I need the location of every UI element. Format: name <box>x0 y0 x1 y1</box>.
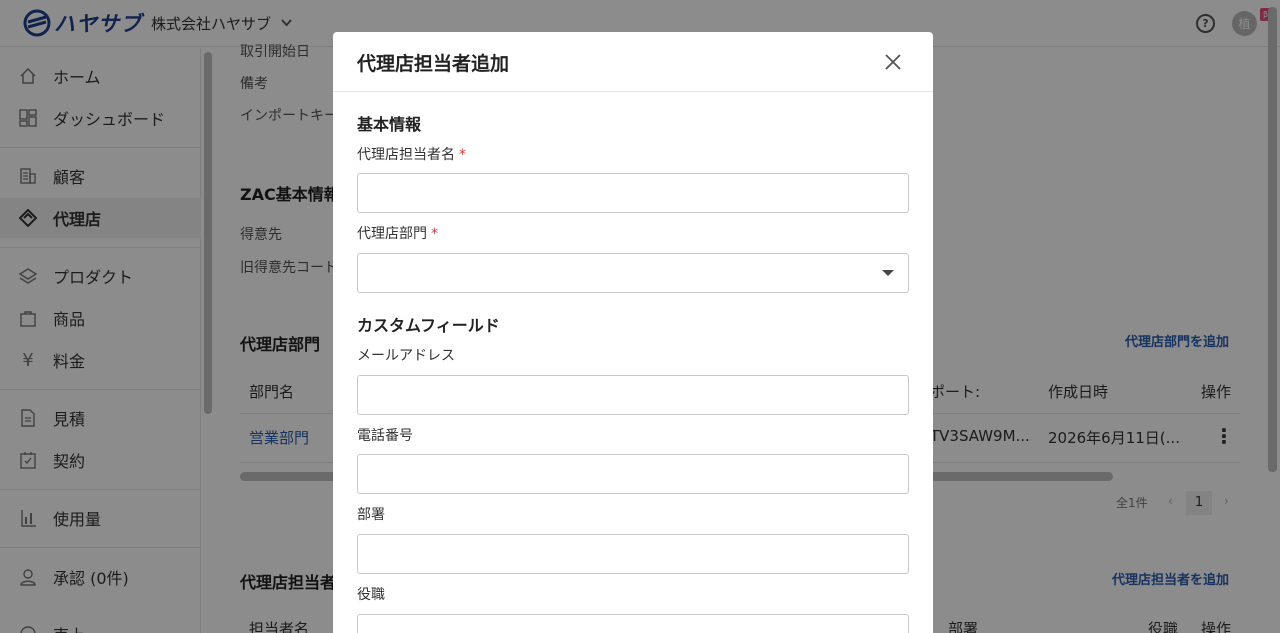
email-field[interactable] <box>357 375 909 415</box>
department-label: 部署 <box>357 507 385 523</box>
basic-info-section-title: 基本情報 <box>357 115 422 134</box>
agency-dept-label: 代理店部門 * <box>357 223 438 243</box>
modal-title: 代理店担当者追加 <box>357 53 510 75</box>
required-mark: * <box>431 226 438 242</box>
add-agency-staff-modal: 代理店担当者追加 基本情報 代理店担当者名 * 代理店部門 * カスタムフィールド … <box>333 32 933 633</box>
phone-label: 電話番号 <box>357 428 413 444</box>
email-label: メールアドレス <box>357 348 455 364</box>
caret-down-icon <box>882 270 894 276</box>
role-field[interactable] <box>357 614 909 633</box>
agency-dept-label-text: 代理店部門 <box>357 226 427 242</box>
staff-name-label: 代理店担当者名 * <box>357 144 466 164</box>
department-field[interactable] <box>357 534 909 574</box>
role-label: 役職 <box>357 587 385 603</box>
staff-name-input[interactable] <box>357 173 909 213</box>
staff-name-label-text: 代理店担当者名 <box>357 147 455 163</box>
phone-field[interactable] <box>357 454 909 494</box>
custom-fields-section-title: カスタムフィールド <box>357 316 500 335</box>
required-mark: * <box>459 147 466 163</box>
modal-header: 代理店担当者追加 <box>333 32 933 92</box>
agency-dept-select[interactable] <box>357 253 909 293</box>
close-icon[interactable] <box>882 51 904 73</box>
